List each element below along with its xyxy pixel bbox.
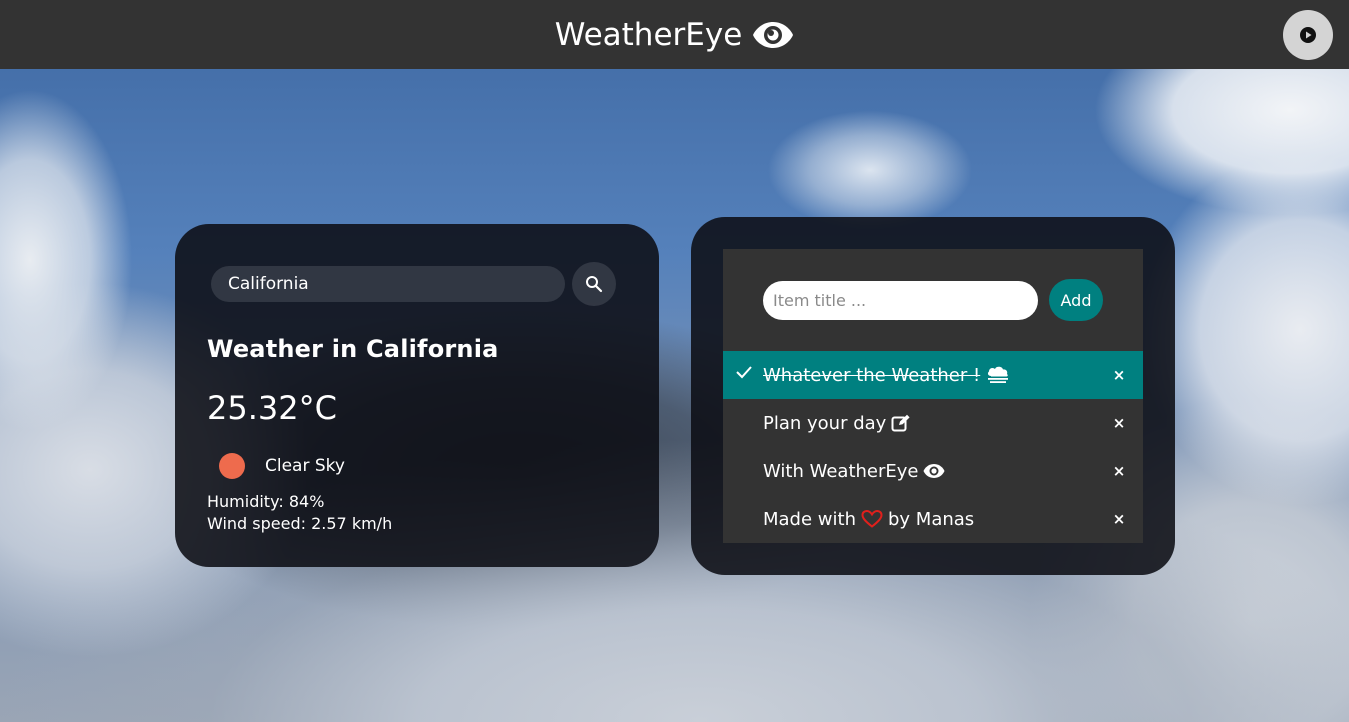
play-button[interactable] [1283, 10, 1333, 60]
todo-list: Whatever the Weather ! × Plan your day ×… [723, 351, 1143, 543]
condition-row: Clear Sky [219, 453, 345, 479]
search-icon [586, 276, 603, 293]
list-item[interactable]: With WeatherEye × [723, 447, 1143, 495]
eye-icon [923, 463, 945, 479]
item-title-input[interactable] [763, 280, 1038, 320]
edit-icon [891, 414, 911, 432]
wind-speed: Wind speed: 2.57 km/h [207, 514, 393, 533]
item-text: With WeatherEye [763, 460, 919, 482]
weather-card: Weather in California 25.32°C Clear Sky … [175, 224, 659, 567]
list-item[interactable]: Plan your day × [723, 399, 1143, 447]
item-text-before: Made with [763, 508, 856, 530]
list-item[interactable]: Made with by Manas × [723, 495, 1143, 543]
top-bar: WeatherEye [0, 0, 1349, 69]
humidity: Humidity: 84% [207, 492, 325, 511]
cloud-icon [985, 365, 1011, 385]
item-text: Whatever the Weather ! [763, 364, 981, 386]
todo-card: Add Whatever the Weather ! × Plan you [691, 217, 1175, 575]
play-icon [1300, 27, 1316, 43]
condition-description: Clear Sky [265, 456, 345, 476]
brand: WeatherEye [555, 17, 795, 53]
eye-logo-icon [752, 19, 794, 51]
heart-icon [861, 510, 883, 528]
app-title: WeatherEye [554, 16, 743, 53]
search-button[interactable] [572, 262, 616, 306]
item-text-after: by Manas [887, 508, 975, 530]
check-icon [736, 366, 752, 379]
remove-item-button[interactable]: × [1109, 461, 1129, 481]
remove-item-button[interactable]: × [1109, 413, 1129, 433]
add-button[interactable]: Add [1049, 279, 1103, 321]
todo-panel: Add Whatever the Weather ! × Plan you [723, 249, 1143, 543]
add-item-row: Add [763, 279, 1103, 321]
city-search-input[interactable] [211, 266, 565, 302]
remove-item-button[interactable]: × [1109, 509, 1129, 529]
search-bar [211, 262, 616, 306]
weather-heading: Weather in California [207, 335, 499, 363]
list-item[interactable]: Whatever the Weather ! × [723, 351, 1143, 399]
remove-item-button[interactable]: × [1109, 365, 1129, 385]
temperature: 25.32°C [207, 389, 337, 427]
item-text: Plan your day [763, 412, 887, 434]
weather-condition-icon [219, 453, 245, 479]
